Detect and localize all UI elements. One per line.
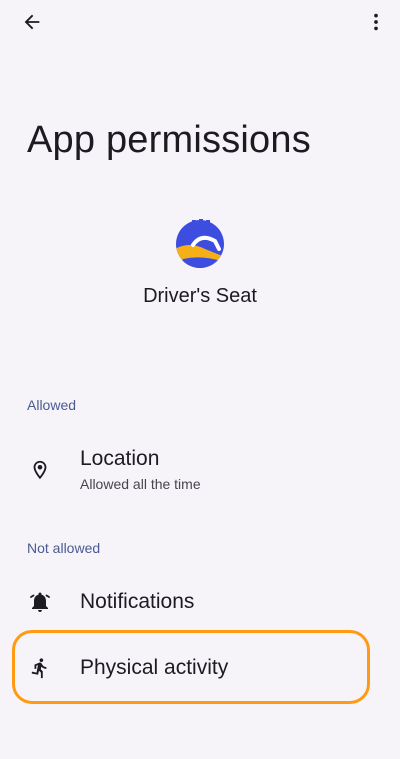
permission-text: Location Allowed all the time bbox=[80, 446, 201, 494]
permission-subtitle: Allowed all the time bbox=[80, 476, 201, 492]
page-title: App permissions bbox=[27, 119, 311, 161]
more-options-button[interactable] bbox=[360, 6, 392, 38]
section-header-allowed: Allowed bbox=[27, 397, 77, 413]
notifications-off-icon bbox=[26, 588, 54, 616]
arrow-back-icon bbox=[24, 14, 40, 30]
permission-title: Location bbox=[80, 447, 160, 470]
app-icon bbox=[175, 219, 225, 269]
highlight-outline bbox=[12, 630, 370, 704]
more-vert-icon bbox=[374, 13, 378, 31]
permission-title: Notifications bbox=[80, 590, 195, 613]
permission-item-notifications[interactable]: Notifications bbox=[12, 588, 374, 616]
section-header-not-allowed: Not allowed bbox=[27, 540, 101, 556]
back-button[interactable] bbox=[16, 6, 48, 38]
drivers-seat-logo-icon bbox=[176, 219, 224, 268]
location-pin-icon bbox=[26, 456, 54, 484]
app-name: Driver's Seat bbox=[143, 285, 257, 307]
permission-text: Notifications bbox=[80, 589, 194, 615]
permission-item-location[interactable]: Location Allowed all the time bbox=[12, 446, 374, 494]
top-app-bar bbox=[0, 0, 400, 44]
